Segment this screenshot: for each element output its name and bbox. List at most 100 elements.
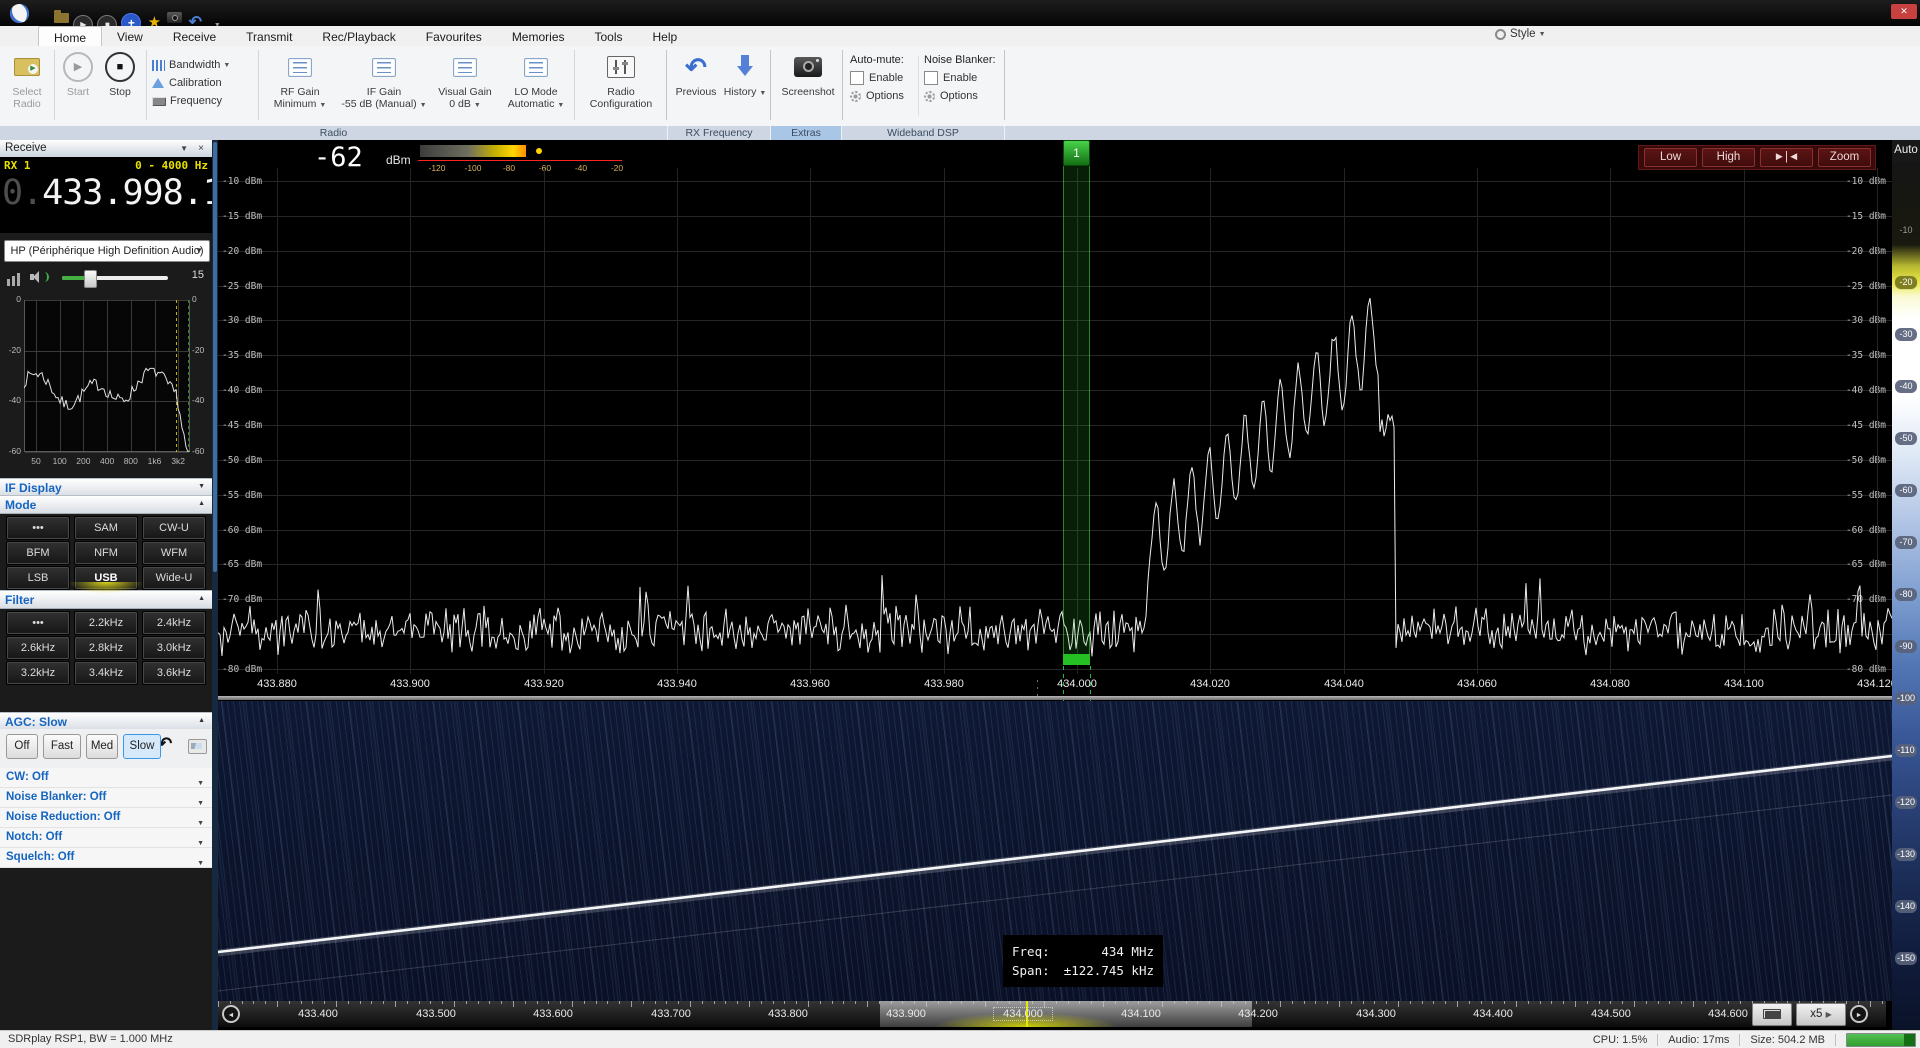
mode-button-wide-u[interactable]: Wide-U	[142, 566, 206, 590]
filter-button-2-2khz[interactable]: 2.2kHz	[74, 611, 138, 635]
tuning-marker-flag[interactable]: 1	[1063, 140, 1090, 166]
volume-slider-thumb[interactable]	[84, 270, 97, 288]
stop-button[interactable]: ■Stop	[100, 50, 140, 98]
spectrum-button-high[interactable]: High	[1702, 148, 1755, 167]
history-button[interactable]: History▼	[722, 50, 768, 100]
dsp-row-notch-off[interactable]: Notch: Off▼	[0, 828, 212, 848]
folder-icon[interactable]	[54, 13, 69, 23]
navigator-left-button[interactable]: ◄	[222, 1005, 240, 1023]
radio-configuration-button[interactable]: RadioConfiguration	[580, 50, 662, 110]
keyboard-entry-button[interactable]	[1752, 1003, 1792, 1026]
color-scale-label[interactable]: -140	[1895, 900, 1917, 913]
navigator-zoom-button[interactable]: x5 ▶	[1796, 1003, 1846, 1026]
frequency-readout[interactable]: 0.433.998.150	[2, 173, 210, 213]
tab-home[interactable]: Home	[38, 26, 102, 46]
noise-blanker-enable-checkbox[interactable]: Enable	[924, 69, 1000, 87]
image-icon[interactable]	[188, 739, 207, 754]
calibration-button[interactable]: Calibration	[152, 74, 256, 92]
previous-button[interactable]: ↶Previous	[672, 50, 720, 98]
frequency-navigator[interactable]: 433.400433.500433.600433.700433.800433.9…	[218, 1001, 1886, 1027]
mode-button-lsb[interactable]: LSB	[6, 566, 70, 590]
color-scale-label[interactable]: -150	[1895, 952, 1917, 965]
auto-mute-enable-checkbox[interactable]: Enable	[850, 69, 916, 87]
navigator-right-button[interactable]: ►	[1850, 1005, 1868, 1023]
volume-slider[interactable]	[62, 276, 168, 280]
tab-help[interactable]: Help	[638, 26, 693, 46]
if-gain-button[interactable]: IF Gain-55 dB (Manual)▼	[340, 50, 428, 112]
mode-button-wfm[interactable]: WFM	[142, 541, 206, 565]
tab-receive[interactable]: Receive	[158, 26, 231, 46]
panel-close-icon[interactable]: ×	[198, 140, 204, 157]
agc-button-med[interactable]: Med	[86, 734, 118, 759]
spectrum-waterfall-splitter[interactable]	[218, 696, 1892, 700]
color-scale-label[interactable]: -90	[1895, 640, 1917, 653]
spectrum-button-zoom[interactable]: Zoom	[1818, 148, 1871, 167]
panel-collapse-icon[interactable]: ▼	[180, 140, 188, 157]
color-scale-label[interactable]: -20	[1895, 276, 1917, 289]
agc-button-slow[interactable]: Slow	[123, 734, 161, 759]
spectrum-button-low[interactable]: Low	[1644, 148, 1697, 167]
spectrum-button-fit[interactable]: ►|◄	[1760, 148, 1813, 167]
color-scale-label[interactable]: -50	[1895, 432, 1917, 445]
spectrum-display[interactable]: -62 dBm -120-100-80-60-40-20 LowHigh►|◄Z…	[218, 140, 1892, 696]
ribbon-group-radio[interactable]: Radio	[0, 126, 668, 140]
mode-button-bfm[interactable]: BFM	[6, 541, 70, 565]
waterfall-color-scale[interactable]: Auto -10 -20 -30 -40 -50 -60 -70 -80 -90 -100 -110…	[1892, 140, 1920, 1030]
screenshot-button[interactable]: Screenshot	[776, 50, 840, 98]
ribbon-group-wideband-dsp[interactable]: Wideband DSP	[842, 126, 1005, 140]
tab-rec-playback[interactable]: Rec/Playback	[307, 26, 410, 46]
color-scale-label[interactable]: -100	[1895, 692, 1917, 705]
agc-button-off[interactable]: Off	[6, 734, 38, 759]
filter-button-3-2khz[interactable]: 3.2kHz	[6, 661, 70, 685]
mode-section[interactable]: Mode ▲	[0, 495, 212, 514]
filter-button-3-0khz[interactable]: 3.0kHz	[142, 636, 206, 660]
color-scale-label[interactable]: -60	[1895, 484, 1917, 497]
color-scale-label[interactable]: -10	[1895, 224, 1917, 237]
visual-gain-button[interactable]: Visual Gain0 dB▼	[432, 50, 498, 112]
color-scale-label[interactable]: -80	[1895, 588, 1917, 601]
color-scale-label[interactable]: -40	[1895, 380, 1917, 393]
select-radio-button[interactable]: ▶SelectRadio	[4, 50, 50, 110]
tab-tools[interactable]: Tools	[580, 26, 638, 46]
filter-button-3-6khz[interactable]: 3.6kHz	[142, 661, 206, 685]
style-selector[interactable]: Style ▼	[1495, 28, 1546, 40]
mode-button-nfm[interactable]: NFM	[74, 541, 138, 565]
filter-button-item[interactable]: •••	[6, 611, 70, 635]
ribbon-group-rx-frequency[interactable]: RX Frequency	[668, 126, 771, 140]
window-close-button[interactable]: ✕	[1891, 4, 1917, 19]
color-scale-label[interactable]: -130	[1895, 848, 1917, 861]
start-button[interactable]: ▶Start	[58, 50, 98, 98]
color-scale-label[interactable]: -120	[1895, 796, 1917, 809]
tab-transmit[interactable]: Transmit	[231, 26, 307, 46]
dsp-row-noise-reduction-off[interactable]: Noise Reduction: Off▼	[0, 808, 212, 828]
color-scale-label[interactable]: -70	[1895, 536, 1917, 549]
filter-button-2-4khz[interactable]: 2.4kHz	[142, 611, 206, 635]
dsp-row-cw-off[interactable]: CW: Off▼	[0, 768, 212, 788]
audio-device-select[interactable]: HP (Périphérique High Definition Audio) …	[4, 240, 210, 262]
bandwidth-button[interactable]: Bandwidth▼	[152, 56, 256, 74]
tuning-marker-band[interactable]	[1063, 166, 1090, 662]
ribbon-group-extras[interactable]: Extras	[771, 126, 842, 140]
mode-button-item[interactable]: •••	[6, 516, 70, 540]
auto-mute-options-button[interactable]: Options	[850, 87, 916, 105]
lo-mode-button[interactable]: LO ModeAutomatic▼	[502, 50, 570, 112]
filter-button-3-4khz[interactable]: 3.4kHz	[74, 661, 138, 685]
color-scale-auto-button[interactable]: Auto	[1892, 140, 1920, 163]
filter-button-2-8khz[interactable]: 2.8kHz	[74, 636, 138, 660]
tab-view[interactable]: View	[102, 26, 158, 46]
rf-gain-button[interactable]: RF GainMinimum▼	[264, 50, 336, 112]
tab-favourites[interactable]: Favourites	[411, 26, 497, 46]
color-scale-label[interactable]: -30	[1895, 328, 1917, 341]
agc-button-fast[interactable]: Fast	[43, 734, 81, 759]
dsp-row-squelch-off[interactable]: Squelch: Off▼	[0, 848, 212, 868]
mode-button-cw-u[interactable]: CW-U	[142, 516, 206, 540]
mode-button-sam[interactable]: SAM	[74, 516, 138, 540]
camera-icon[interactable]	[167, 12, 182, 23]
color-scale-label[interactable]: -110	[1895, 744, 1917, 757]
noise-blanker-options-button[interactable]: Options	[924, 87, 1000, 105]
equalizer-icon[interactable]	[6, 271, 22, 286]
frequency-button[interactable]: Frequency	[152, 92, 256, 110]
tab-memories[interactable]: Memories	[497, 26, 580, 46]
dsp-row-noise-blanker-off[interactable]: Noise Blanker: Off▼	[0, 788, 212, 808]
filter-button-2-6khz[interactable]: 2.6kHz	[6, 636, 70, 660]
